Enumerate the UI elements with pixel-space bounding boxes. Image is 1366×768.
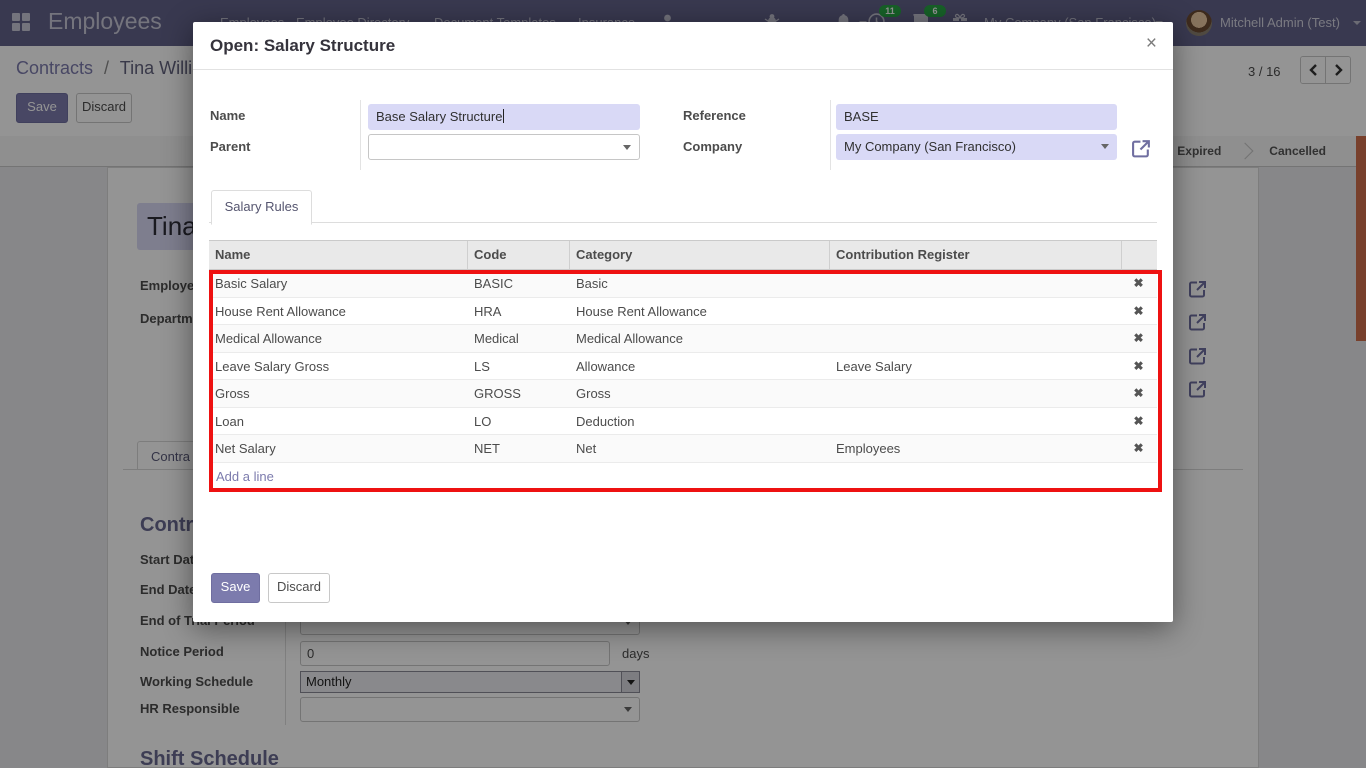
name-input[interactable]: Base Salary Structure — [368, 104, 640, 130]
salary-structure-modal: Open: Salary Structure × Name Parent Bas… — [193, 22, 1173, 622]
company-dropdown[interactable]: My Company (San Francisco) — [836, 134, 1117, 160]
col-code[interactable]: Code — [468, 241, 570, 269]
label-divider — [360, 100, 361, 170]
modal-title: Open: Salary Structure — [210, 36, 395, 56]
tab-divider — [209, 222, 1157, 223]
parent-label: Parent — [210, 139, 250, 154]
reference-input[interactable]: BASE — [836, 104, 1117, 130]
company-external-link-icon[interactable] — [1131, 138, 1151, 158]
close-icon[interactable]: × — [1146, 34, 1157, 54]
modal-discard-button[interactable]: Discard — [268, 573, 330, 603]
col-actions — [1122, 241, 1155, 269]
text-cursor — [503, 109, 504, 123]
table-header: Name Code Category Contribution Register — [209, 240, 1157, 270]
name-label: Name — [210, 108, 245, 123]
col-category[interactable]: Category — [570, 241, 830, 269]
label-divider — [830, 100, 831, 170]
parent-dropdown[interactable] — [368, 134, 640, 160]
highlight-rectangle — [209, 270, 1162, 492]
screen: Employees Employees Employee Directory D… — [0, 0, 1366, 768]
reference-label: Reference — [683, 108, 746, 123]
col-contribution-register[interactable]: Contribution Register — [830, 241, 1122, 269]
col-name[interactable]: Name — [209, 241, 468, 269]
company-label: Company — [683, 139, 742, 154]
modal-header-divider — [193, 69, 1173, 70]
tab-salary-rules[interactable]: Salary Rules — [211, 190, 312, 225]
modal-save-button[interactable]: Save — [211, 573, 260, 603]
